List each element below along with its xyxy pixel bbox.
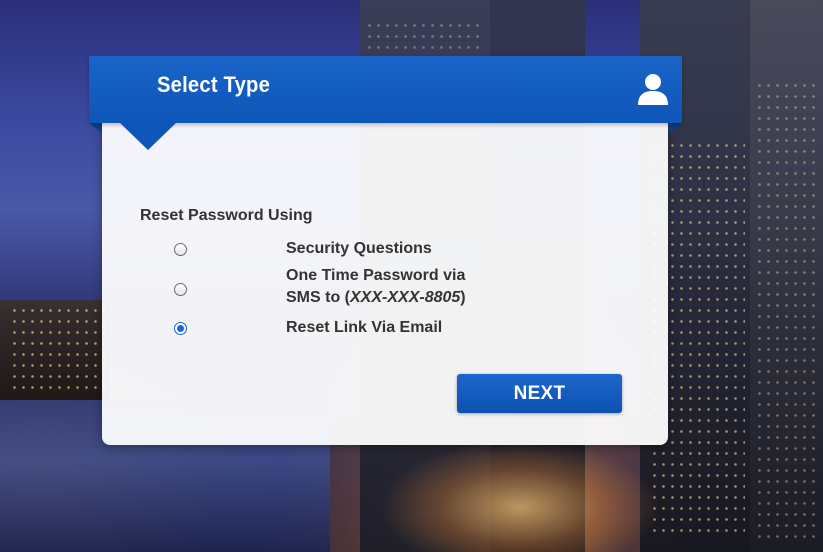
header-fold-right <box>669 123 682 133</box>
user-icon <box>637 72 669 106</box>
sms-otp-label-line1: One Time Password via <box>286 267 466 284</box>
background-windows <box>10 305 105 395</box>
header-pointer <box>120 123 176 150</box>
sms-otp-label-prefix: SMS to ( <box>286 289 350 306</box>
background-road-lights <box>380 440 660 552</box>
email-link-label[interactable]: Reset Link Via Email <box>286 317 442 339</box>
dialog-header: Select Type <box>89 56 682 123</box>
next-button[interactable]: NEXT <box>457 374 622 413</box>
reset-method-label: Reset Password Using <box>140 207 313 224</box>
security-questions-label[interactable]: Security Questions <box>286 238 432 260</box>
header-fold-left <box>89 123 102 133</box>
sms-otp-radio[interactable] <box>174 283 187 296</box>
sms-otp-label[interactable]: One Time Password via SMS to (XXX-XXX-88… <box>286 265 466 309</box>
masked-phone-number: XXX-XXX-8805 <box>350 289 461 306</box>
security-questions-radio[interactable] <box>174 243 187 256</box>
sms-otp-label-suffix: ) <box>460 289 466 306</box>
background-windows <box>755 80 815 540</box>
email-link-radio[interactable] <box>174 322 187 335</box>
dialog-title: Select Type <box>157 72 271 97</box>
